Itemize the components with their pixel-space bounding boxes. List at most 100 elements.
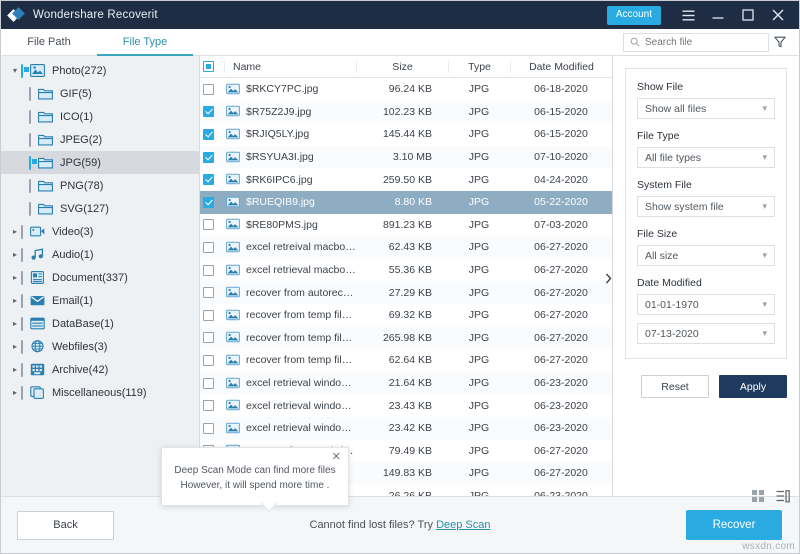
tab-file-type[interactable]: File Type	[97, 29, 193, 56]
tree-item-ico[interactable]: ICO(1)	[1, 105, 199, 128]
tree-item-checkbox[interactable]	[29, 203, 38, 215]
filter-select-system-file[interactable]: Show system file▾	[637, 196, 775, 217]
column-header-type[interactable]: Type	[448, 61, 510, 73]
twisty-icon[interactable]: ▸	[9, 342, 21, 351]
row-checkbox[interactable]	[200, 310, 224, 321]
tree-item-checkbox[interactable]	[29, 157, 38, 169]
row-checkbox[interactable]	[200, 332, 224, 343]
row-checkbox[interactable]	[200, 129, 224, 140]
twisty-icon[interactable]: ▾	[9, 66, 21, 75]
filter-select-file-type[interactable]: All file types▾	[637, 147, 775, 168]
table-row[interactable]: excel retrieval macbook (2).jpg55.36 KBJ…	[200, 259, 612, 282]
row-checkbox[interactable]	[200, 197, 224, 208]
column-header-date-modified[interactable]: Date Modified	[510, 61, 612, 73]
tree-item-photo[interactable]: ▾Photo(272)	[1, 59, 199, 82]
back-button[interactable]: Back	[17, 511, 114, 540]
maximize-icon[interactable]	[733, 1, 763, 29]
tree-item-audio[interactable]: ▸Audio(1)	[1, 243, 199, 266]
table-row[interactable]: excel retrieval windows (2).jpg23.43 KBJ…	[200, 394, 612, 417]
tree-item-checkbox[interactable]	[29, 88, 38, 100]
tree-item-jpg[interactable]: JPG(59)	[1, 151, 199, 174]
twisty-icon[interactable]: ▸	[9, 296, 21, 305]
minimize-icon[interactable]	[703, 1, 733, 29]
select-all-checkbox[interactable]	[200, 61, 224, 72]
tree-item-checkbox[interactable]	[21, 272, 30, 284]
tree-item-email[interactable]: ▸Email(1)	[1, 289, 199, 312]
tree-item-checkbox[interactable]	[21, 364, 30, 376]
tree-item-checkbox[interactable]	[29, 134, 38, 146]
table-row[interactable]: $RSYUA3I.jpg3.10 MBJPG07-10-2020	[200, 146, 612, 169]
row-checkbox[interactable]	[200, 265, 224, 276]
row-checkbox[interactable]	[200, 355, 224, 366]
row-checkbox[interactable]	[200, 378, 224, 389]
reset-button[interactable]: Reset	[641, 375, 709, 398]
row-checkbox[interactable]	[200, 287, 224, 298]
tree-item-checkbox[interactable]	[21, 249, 30, 261]
column-header-size[interactable]: Size	[356, 61, 448, 73]
row-checkbox[interactable]	[200, 423, 224, 434]
table-row[interactable]: recover from temp files (3).jpg62.64 KBJ…	[200, 349, 612, 372]
tree-item-checkbox[interactable]	[21, 295, 30, 307]
column-header-name[interactable]: Name	[224, 61, 356, 73]
table-row[interactable]: $RKCY7PC.jpg96.24 KBJPG06-18-2020	[200, 78, 612, 101]
table-row[interactable]: recover from temp files (1).jpg69.32 KBJ…	[200, 304, 612, 327]
panel-collapse-arrow-icon[interactable]	[604, 271, 613, 285]
tree-item-gif[interactable]: GIF(5)	[1, 82, 199, 105]
table-row[interactable]: $RJIQ5LY.jpg145.44 KBJPG06-15-2020	[200, 123, 612, 146]
tree-item-checkbox[interactable]	[21, 226, 30, 238]
row-checkbox[interactable]	[200, 152, 224, 163]
hamburger-menu-icon[interactable]	[673, 1, 703, 29]
account-button[interactable]: Account	[607, 6, 661, 25]
tab-file-path[interactable]: File Path	[1, 29, 97, 56]
tree-item-jpeg[interactable]: JPEG(2)	[1, 128, 199, 151]
tree-item-checkbox[interactable]	[21, 341, 30, 353]
row-checkbox[interactable]	[200, 400, 224, 411]
tree-item-video[interactable]: ▸Video(3)	[1, 220, 199, 243]
tree-item-png[interactable]: PNG(78)	[1, 174, 199, 197]
filter-select-file-size[interactable]: All size▾	[637, 245, 775, 266]
table-row[interactable]: recover from temp files (2).jpg265.98 KB…	[200, 327, 612, 350]
tree-item-archive[interactable]: ▸Archive(42)	[1, 358, 199, 381]
twisty-icon[interactable]: ▸	[9, 250, 21, 259]
row-checkbox[interactable]	[200, 242, 224, 253]
tree-item-database[interactable]: ▸DataBase(1)	[1, 312, 199, 335]
tree-item-checkbox[interactable]	[21, 387, 30, 399]
search-input[interactable]	[645, 37, 762, 48]
tree-item-svg[interactable]: SVG(127)	[1, 197, 199, 220]
table-row[interactable]: $RE80PMS.jpg891.23 KBJPG07-03-2020	[200, 214, 612, 237]
table-row[interactable]: excel retrieval windows (3).jpg23.42 KBJ…	[200, 417, 612, 440]
table-row[interactable]: recover from autorecovery.jpg27.29 KBJPG…	[200, 281, 612, 304]
grid-view-icon[interactable]	[752, 490, 765, 503]
search-input-wrap[interactable]	[623, 33, 769, 52]
close-icon[interactable]: ✕	[332, 452, 341, 463]
table-row[interactable]: $R75Z2J9.jpg102.23 KBJPG06-15-2020	[200, 101, 612, 124]
filter-select-show-file[interactable]: Show all files▾	[637, 98, 775, 119]
tree-item-miscellaneous[interactable]: ▸Miscellaneous(119)	[1, 381, 199, 404]
row-checkbox[interactable]	[200, 219, 224, 230]
list-view-icon[interactable]	[776, 490, 789, 503]
twisty-icon[interactable]: ▸	[9, 319, 21, 328]
row-checkbox[interactable]	[200, 84, 224, 95]
row-checkbox[interactable]	[200, 106, 224, 117]
funnel-icon[interactable]	[769, 36, 791, 48]
recover-button[interactable]: Recover	[686, 510, 782, 540]
table-row[interactable]: excel retrieval windows (1).jpg21.64 KBJ…	[200, 372, 612, 395]
close-icon[interactable]	[763, 1, 793, 29]
tree-item-checkbox[interactable]	[21, 318, 30, 330]
tree-item-webfiles[interactable]: ▸Webfiles(3)	[1, 335, 199, 358]
apply-button[interactable]: Apply	[719, 375, 787, 398]
tree-item-checkbox[interactable]	[21, 65, 30, 77]
table-row[interactable]: $RUEQIB9.jpg8.80 KBJPG05-22-2020	[200, 191, 612, 214]
twisty-icon[interactable]: ▸	[9, 365, 21, 374]
tree-item-checkbox[interactable]	[29, 180, 38, 192]
filter-select-date-modified-2[interactable]: 07-13-2020▾	[637, 323, 775, 344]
row-checkbox[interactable]	[200, 174, 224, 185]
table-row[interactable]: excel retreival macbook (1).jpg62.43 KBJ…	[200, 236, 612, 259]
filter-select-date-modified[interactable]: 01-01-1970▾	[637, 294, 775, 315]
twisty-icon[interactable]: ▸	[9, 388, 21, 397]
table-row[interactable]: $RK6IPC6.jpg259.50 KBJPG04-24-2020	[200, 168, 612, 191]
tree-item-document[interactable]: ▸Document(337)	[1, 266, 199, 289]
tree-item-checkbox[interactable]	[29, 111, 38, 123]
deep-scan-link[interactable]: Deep Scan	[436, 519, 490, 531]
twisty-icon[interactable]: ▸	[9, 273, 21, 282]
